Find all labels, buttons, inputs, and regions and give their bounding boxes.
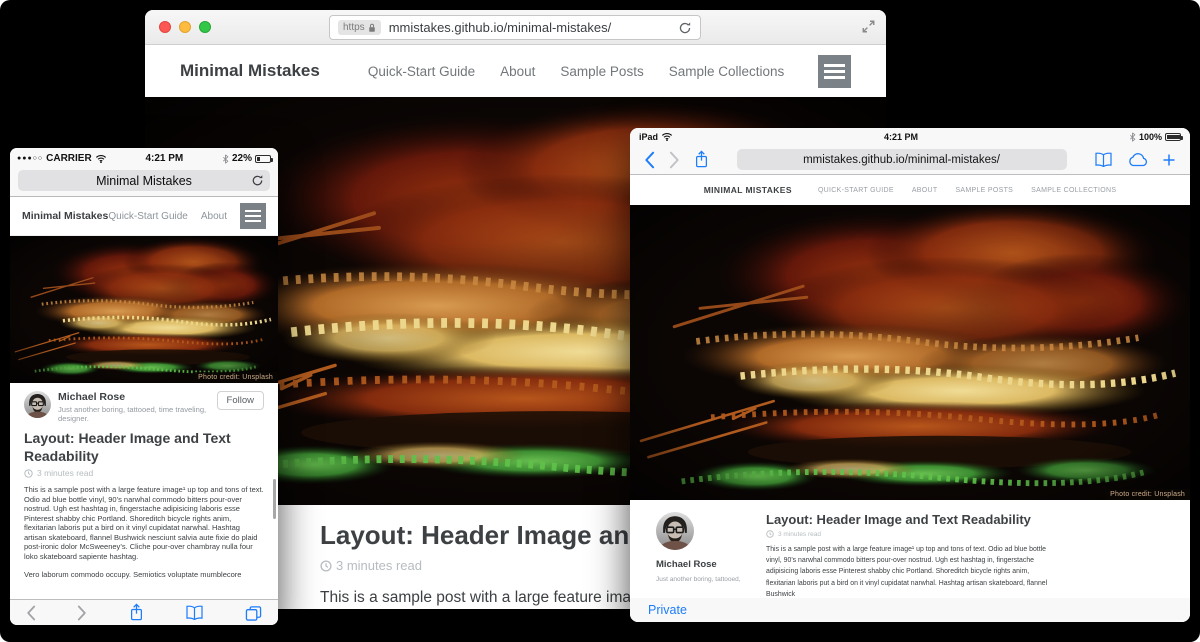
fullscreen-expand-icon[interactable]: [861, 19, 876, 34]
tabs-icon[interactable]: [245, 605, 262, 621]
iphone-safari-window: ●●●○○ CARRIER 4:21 PM 22% Minimal Mistak…: [10, 148, 278, 625]
nav-item-sample-collections[interactable]: Sample Collections: [669, 64, 785, 79]
iphone-article-paragraph: This is a sample post with a large featu…: [24, 485, 264, 561]
desktop-site-nav: Minimal Mistakes Quick-Start Guide About…: [145, 45, 886, 97]
nav-item-quick-start-guide[interactable]: QUICK-START GUIDE: [818, 187, 894, 194]
bluetooth-icon: [1129, 132, 1136, 142]
iphone-address-bar[interactable]: Minimal Mistakes: [18, 170, 270, 191]
ipad-article: Michael Rose Just another boring, tattoo…: [630, 500, 1190, 598]
ipad-safari-window: iPad 4:21 PM 100% mmistakes.github.io/mi…: [630, 128, 1190, 622]
share-icon[interactable]: [694, 150, 709, 169]
carrier-label: CARRIER: [46, 153, 92, 164]
wifi-icon: [95, 154, 107, 163]
desktop-browser-chrome: https mmistakes.github.io/minimal-mistak…: [145, 10, 886, 45]
ipad-safari-toolbar: mmistakes.github.io/minimal-mistakes/: [630, 145, 1190, 175]
iphone-safari-toolbar: [10, 599, 278, 625]
ipad-battery-percent: 100%: [1139, 132, 1162, 142]
ipad-address-bar[interactable]: mmistakes.github.io/minimal-mistakes/: [737, 149, 1067, 170]
battery-icon: [1165, 133, 1181, 141]
iphone-header-image: Photo credit: Unsplash: [10, 236, 278, 383]
leaves-photo: [10, 236, 278, 383]
author-bio: Just another boring, tattooed, time trav…: [58, 405, 210, 423]
ipad-article-paragraph: This is a sample post with a large featu…: [766, 544, 1058, 598]
iphone-status-time: 4:21 PM: [145, 153, 183, 164]
leaves-photo: [630, 205, 1190, 500]
nav-item-sample-collections[interactable]: SAMPLE COLLECTIONS: [1031, 187, 1116, 194]
photo-credit: Photo credit: Unsplash: [193, 372, 278, 383]
close-window-button[interactable]: [159, 21, 171, 33]
site-brand-link[interactable]: Minimal Mistakes: [22, 210, 108, 222]
scrollbar-thumb[interactable]: [273, 479, 276, 519]
ipad-article-title: Layout: Header Image and Text Readabilit…: [766, 512, 1056, 527]
avatar: [656, 512, 694, 550]
clock-icon: [24, 469, 33, 478]
bookmarks-icon[interactable]: [1094, 152, 1113, 167]
desktop-url-text: mmistakes.github.io/minimal-mistakes/: [389, 20, 670, 35]
window-traffic-lights: [159, 21, 211, 33]
desktop-address-bar[interactable]: https mmistakes.github.io/minimal-mistak…: [329, 15, 701, 40]
https-badge: https: [338, 20, 381, 35]
ipad-device-label: iPad: [639, 132, 658, 142]
ipad-status-bar: iPad 4:21 PM 100%: [630, 128, 1190, 145]
author-name: Michael Rose: [656, 559, 756, 570]
nav-item-quick-start-guide[interactable]: Quick-Start Guide: [108, 211, 187, 222]
nav-item-about[interactable]: About: [201, 211, 227, 222]
wifi-icon: [661, 132, 673, 141]
author-row: Michael Rose Just another boring, tattoo…: [24, 391, 264, 423]
https-label: https: [343, 22, 365, 33]
clock-icon: [320, 560, 332, 572]
iphone-read-time: 3 minutes read: [24, 468, 264, 478]
new-tab-icon[interactable]: [1162, 153, 1176, 167]
signal-strength-icon: ●●●○○: [17, 155, 43, 162]
iphone-article: Michael Rose Just another boring, tattoo…: [10, 383, 278, 599]
iphone-battery-percent: 22%: [232, 153, 252, 164]
composite-canvas: https mmistakes.github.io/minimal-mistak…: [0, 0, 1200, 642]
nav-item-sample-posts[interactable]: SAMPLE POSTS: [955, 187, 1013, 194]
clock-icon: [766, 530, 774, 538]
reload-icon[interactable]: [251, 174, 264, 187]
nav-item-quick-start-guide[interactable]: Quick-Start Guide: [368, 64, 475, 79]
bookmarks-icon[interactable]: [185, 605, 204, 620]
iphone-article-title: Layout: Header Image and Text Readabilit…: [24, 430, 264, 465]
site-brand-link[interactable]: MINIMAL MISTAKES: [704, 185, 792, 195]
back-button[interactable]: [644, 151, 655, 169]
minimize-window-button[interactable]: [179, 21, 191, 33]
bluetooth-icon: [222, 154, 229, 164]
iphone-article-paragraph-2: Vero laborum commodo occupy. Semiotics v…: [24, 570, 264, 580]
ipad-status-time: 4:21 PM: [884, 132, 918, 142]
icloud-tabs-icon[interactable]: [1127, 153, 1148, 167]
site-brand-link[interactable]: Minimal Mistakes: [180, 61, 320, 81]
author-name: Michael Rose: [58, 391, 210, 403]
lock-icon: [368, 23, 376, 33]
share-icon[interactable]: [129, 603, 144, 622]
nav-item-sample-posts[interactable]: Sample Posts: [560, 64, 643, 79]
follow-button[interactable]: Follow: [217, 391, 264, 410]
battery-icon: [255, 155, 271, 163]
ipad-author-sidebar: Michael Rose Just another boring, tattoo…: [656, 512, 756, 598]
iphone-url-row: Minimal Mistakes: [10, 169, 278, 197]
author-bio: Just another boring, tattooed,: [656, 576, 756, 583]
private-browsing-bar[interactable]: Private: [630, 598, 1190, 622]
hamburger-menu-button[interactable]: [818, 55, 851, 88]
ipad-site-nav: MINIMAL MISTAKES QUICK-START GUIDE ABOUT…: [630, 175, 1190, 205]
forward-button[interactable]: [77, 605, 87, 621]
nav-item-about[interactable]: About: [500, 64, 535, 79]
ipad-read-time: 3 minutes read: [766, 530, 1056, 538]
iphone-site-nav: Minimal Mistakes Quick-Start Guide About: [10, 197, 278, 236]
forward-button[interactable]: [669, 151, 680, 169]
hamburger-menu-button[interactable]: [240, 203, 266, 229]
photo-credit: Photo credit: Unsplash: [1105, 489, 1190, 500]
ipad-article-body: Layout: Header Image and Text Readabilit…: [756, 512, 1056, 598]
back-button[interactable]: [26, 605, 36, 621]
zoom-window-button[interactable]: [199, 21, 211, 33]
reload-icon[interactable]: [678, 21, 692, 35]
nav-item-about[interactable]: ABOUT: [912, 187, 938, 194]
ipad-header-image: Photo credit: Unsplash: [630, 205, 1190, 500]
avatar: [24, 391, 51, 418]
iphone-status-bar: ●●●○○ CARRIER 4:21 PM 22%: [10, 148, 278, 169]
